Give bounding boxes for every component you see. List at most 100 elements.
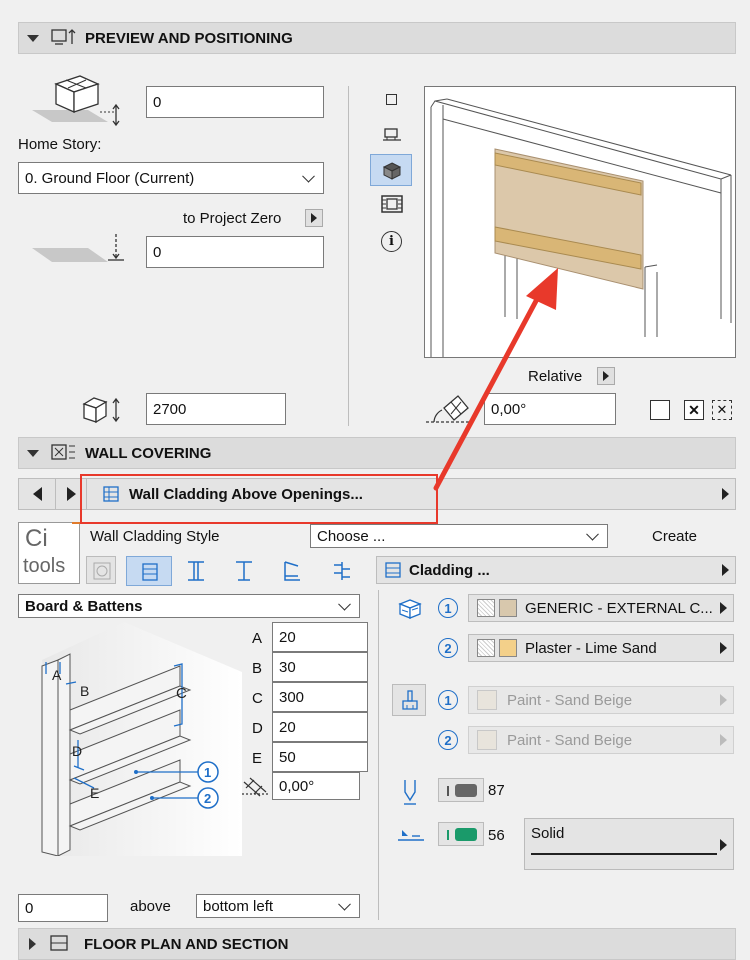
reference-popup-button[interactable] <box>305 209 323 227</box>
logo-accent <box>72 522 80 524</box>
logo-text-tools: tools <box>23 555 66 577</box>
home-story-label: Home Story: <box>18 136 102 153</box>
arrow-right-icon <box>720 734 727 746</box>
board-battens-icon <box>142 563 158 581</box>
info-icon[interactable]: i <box>381 231 402 252</box>
diagram-label-e: E <box>90 785 99 801</box>
material-1-selector[interactable]: GENERIC - EXTERNAL C... <box>468 594 734 622</box>
project-zero-icon <box>32 234 124 262</box>
collapse-arrow-icon[interactable] <box>27 449 39 457</box>
dim-label-c: C <box>252 690 263 707</box>
mirror-x-icon[interactable]: ✕ <box>684 400 704 420</box>
diagram-label-a: A <box>52 667 62 683</box>
mirror-y-icon[interactable]: ✕ <box>712 400 732 420</box>
type-button-radial[interactable] <box>86 556 116 584</box>
above-label: above <box>130 898 171 915</box>
pen-icon <box>404 780 416 805</box>
dim-input-a[interactable]: 20 <box>272 622 368 652</box>
style-select[interactable]: Choose ... <box>310 524 608 548</box>
chevron-down-icon <box>338 597 351 611</box>
3d-view-button[interactable] <box>370 154 412 186</box>
t-profile-icon[interactable] <box>232 560 256 582</box>
cladding-icon <box>385 562 401 578</box>
cladding-rotation-input[interactable]: 0,00° <box>272 772 360 800</box>
preview-mode-toolbar: i <box>370 84 412 254</box>
paint-2-selector[interactable]: Paint - Sand Beige <box>468 726 734 754</box>
film-icon[interactable] <box>380 193 404 215</box>
diagram-marker-2: 2 <box>204 791 211 806</box>
arrow-right-icon <box>720 839 727 851</box>
line-type-selector[interactable]: Solid <box>524 818 734 870</box>
pen-1-selector[interactable] <box>438 778 484 802</box>
section-header-wall-covering[interactable]: WALL COVERING <box>18 437 736 469</box>
collapse-arrow-icon[interactable] <box>27 34 39 42</box>
mirror-none-checkbox[interactable] <box>650 400 670 420</box>
pen-2-selector[interactable] <box>438 822 484 846</box>
board-battens-diagram: A B C D E 1 2 <box>41 622 242 856</box>
type-button-board-battens[interactable] <box>126 556 172 586</box>
dim-input-c[interactable]: 300 <box>272 682 368 712</box>
divider <box>378 590 379 920</box>
arrow-left-icon <box>32 487 42 501</box>
plan-view-icon[interactable] <box>386 94 397 105</box>
diagram-label-c: C <box>176 685 187 702</box>
cladding-type-select[interactable]: Board & Battens <box>18 594 360 618</box>
pen-color-swatch <box>455 784 477 797</box>
annotation-highlight-box <box>80 474 438 524</box>
paint-toggle-button[interactable] <box>392 684 426 716</box>
anchor-offset-input[interactable]: 0 <box>18 894 108 922</box>
paint-color-swatch <box>477 730 497 750</box>
paint-1-selector[interactable]: Paint - Sand Beige <box>468 686 734 714</box>
dim-input-d[interactable]: 20 <box>272 712 368 742</box>
elevation-offset-input[interactable]: 0 <box>146 86 324 118</box>
arrow-right-icon <box>311 213 317 223</box>
ci-tools-logo: Ci tools <box>18 522 80 584</box>
paint-number-2: 2 <box>438 730 458 750</box>
section-header-floor-plan[interactable]: FLOOR PLAN AND SECTION <box>18 928 736 960</box>
i-profile-icon[interactable] <box>184 560 208 582</box>
material-2-selector[interactable]: Plaster - Lime Sand <box>468 634 734 662</box>
material-number-1: 1 <box>438 598 458 618</box>
arrow-right-icon[interactable] <box>722 488 729 500</box>
material-color-swatch <box>499 639 517 657</box>
height-input[interactable]: 2700 <box>146 393 286 425</box>
anchor-value: bottom left <box>203 897 274 915</box>
cladding-material-icon <box>398 599 422 619</box>
radial-icon <box>93 562 111 580</box>
section-header-preview[interactable]: PREVIEW AND POSITIONING <box>18 22 736 54</box>
arrow-right-icon <box>603 371 609 381</box>
material-number-2: 2 <box>438 638 458 658</box>
fill-pattern-swatch <box>477 639 495 657</box>
section-view-icon[interactable] <box>381 126 403 144</box>
material-name: Plaster - Lime Sand <box>525 639 657 657</box>
anchor-select[interactable]: bottom left <box>196 894 360 918</box>
material-color-swatch <box>499 599 517 617</box>
home-story-select[interactable]: 0. Ground Floor (Current) <box>18 162 324 194</box>
paint-name: Paint - Sand Beige <box>507 691 633 709</box>
dim-input-e[interactable]: 50 <box>272 742 368 772</box>
dim-label-d: D <box>252 720 263 737</box>
shingle-profile-icon[interactable] <box>330 560 354 582</box>
previous-favorite-button[interactable] <box>19 479 56 509</box>
cladding-surfaces-bar[interactable]: Cladding ... <box>376 556 736 584</box>
to-project-zero-label: to Project Zero <box>183 210 282 227</box>
relative-popup-button[interactable] <box>597 367 615 385</box>
project-zero-input[interactable]: 0 <box>146 236 324 268</box>
fill-pattern-swatch <box>477 599 495 617</box>
style-label: Wall Cladding Style <box>90 528 220 545</box>
section-title: WALL COVERING <box>85 444 212 462</box>
diagram-marker-1: 1 <box>204 765 211 780</box>
annotation-arrow <box>433 268 558 491</box>
paint-brush-icon <box>402 690 418 710</box>
section-title: PREVIEW AND POSITIONING <box>85 29 293 47</box>
l-profile-icon[interactable] <box>280 560 304 582</box>
height-icon <box>82 397 120 424</box>
expand-arrow-icon[interactable] <box>29 938 36 950</box>
cladding-rotation-icon <box>242 777 268 797</box>
dim-input-b[interactable]: 30 <box>272 652 368 682</box>
paint-number-1: 1 <box>438 690 458 710</box>
create-button[interactable]: Create <box>652 528 697 545</box>
elevation-icon <box>32 75 120 127</box>
dim-label-b: B <box>252 660 263 677</box>
cladding-type-toolbar <box>86 554 366 586</box>
